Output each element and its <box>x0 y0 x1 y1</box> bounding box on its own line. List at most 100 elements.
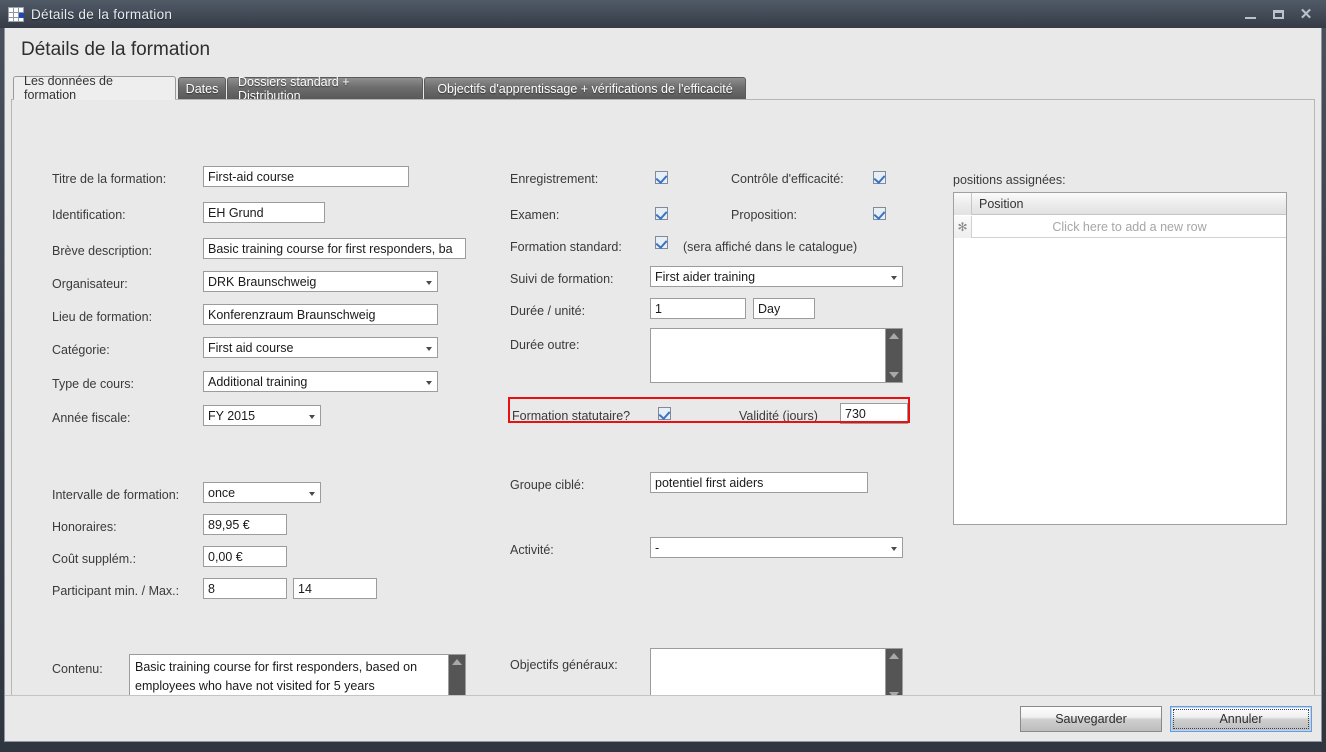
honoraires-label: Honoraires: <box>52 520 117 534</box>
annee-fiscale-label: Année fiscale: <box>52 411 131 425</box>
identification-input[interactable]: EH Grund <box>203 202 325 223</box>
intervalle-value: once <box>208 486 235 500</box>
intervalle-dropdown[interactable]: once <box>203 482 321 503</box>
chevron-down-icon <box>426 381 432 385</box>
contenu-label: Contenu: <box>52 662 103 676</box>
formation-standard-label: Formation standard: <box>510 240 622 254</box>
organisateur-value: DRK Braunschweig <box>208 275 316 289</box>
organisateur-label: Organisateur: <box>52 277 128 291</box>
objectifs-generaux-label: Objectifs généraux: <box>510 658 618 672</box>
enregistrement-label: Enregistrement: <box>510 172 598 186</box>
duree-outre-textarea[interactable] <box>650 328 903 383</box>
proposition-checkbox[interactable] <box>873 207 886 220</box>
participant-label: Participant min. / Max.: <box>52 584 179 598</box>
new-row-hint: Click here to add a new row <box>973 216 1286 238</box>
duree-input[interactable]: 1 <box>650 298 746 319</box>
page-title: Détails de la formation <box>21 39 210 61</box>
form-panel: Titre de la formation: First-aid course … <box>11 99 1315 728</box>
annee-fiscale-dropdown[interactable]: FY 2015 <box>203 405 321 426</box>
chevron-down-icon <box>309 492 315 496</box>
organisateur-dropdown[interactable]: DRK Braunschweig <box>203 271 438 292</box>
honoraires-input[interactable]: 89,95 € <box>203 514 287 535</box>
positions-new-row[interactable]: ✻ Click here to add a new row <box>954 216 1286 238</box>
examen-label: Examen: <box>510 208 559 222</box>
lieu-input[interactable]: Konferenzraum Braunschweig <box>203 304 438 325</box>
groupe-cible-label: Groupe ciblé: <box>510 478 584 492</box>
new-row-marker-icon: ✻ <box>954 216 972 238</box>
activite-dropdown[interactable]: - <box>650 537 903 558</box>
controle-efficacite-checkbox[interactable] <box>873 171 886 184</box>
cout-supplem-input[interactable]: 0,00 € <box>203 546 287 567</box>
duree-outre-scrollbar[interactable] <box>885 329 902 382</box>
suivi-formation-label: Suivi de formation: <box>510 272 614 286</box>
formation-statutaire-label: Formation statutaire? <box>512 409 630 423</box>
identification-label: Identification: <box>52 208 126 222</box>
focus-outline <box>1173 709 1309 729</box>
window-controls: ✕ <box>1236 0 1320 28</box>
categorie-dropdown[interactable]: First aid course <box>203 337 438 358</box>
enregistrement-checkbox[interactable] <box>655 171 668 184</box>
activite-label: Activité: <box>510 543 554 557</box>
positions-assignees-label: positions assignées: <box>953 173 1066 187</box>
scroll-up-icon[interactable] <box>889 653 899 659</box>
chevron-down-icon <box>891 547 897 551</box>
titre-label: Titre de la formation: <box>52 172 166 186</box>
participant-max-input[interactable]: 14 <box>293 578 377 599</box>
positions-grid-corner <box>954 193 972 215</box>
positions-grid-header: Position <box>954 193 1286 215</box>
tab-les-donnees-de-formation[interactable]: Les données de formation <box>13 76 176 100</box>
client-area: Détails de la formation Les données de f… <box>4 28 1322 742</box>
categorie-label: Catégorie: <box>52 343 110 357</box>
duree-outre-label: Durée outre: <box>510 338 579 352</box>
tab-label: Dates <box>186 82 219 96</box>
suivi-formation-dropdown[interactable]: First aider training <box>650 266 903 287</box>
minimize-icon[interactable] <box>1236 3 1264 25</box>
chevron-down-icon <box>426 347 432 351</box>
positions-grid[interactable]: Position ✻ Click here to add a new row <box>953 192 1287 525</box>
tab-label: Objectifs d'apprentissage + vérification… <box>437 82 732 96</box>
unite-input[interactable]: Day <box>753 298 815 319</box>
controle-efficacite-label: Contrôle d'efficacité: <box>731 172 844 186</box>
tab-dossiers-standard-distribution[interactable]: Dossiers standard + Distribution <box>227 77 423 100</box>
window-title: Détails de la formation <box>31 7 172 22</box>
groupe-cible-input[interactable]: potentiel first aiders <box>650 472 868 493</box>
cancel-button[interactable]: Annuler <box>1170 706 1312 732</box>
chevron-down-icon <box>426 281 432 285</box>
examen-checkbox[interactable] <box>655 207 668 220</box>
scroll-up-icon[interactable] <box>889 333 899 339</box>
intervalle-label: Intervalle de formation: <box>52 488 179 502</box>
lieu-label: Lieu de formation: <box>52 310 152 324</box>
grid-table-icon <box>8 7 24 22</box>
formation-statutaire-checkbox[interactable] <box>658 407 671 420</box>
breve-description-input[interactable]: Basic training course for first responde… <box>203 238 466 259</box>
save-button[interactable]: Sauvegarder <box>1020 706 1162 732</box>
chevron-down-icon <box>891 276 897 280</box>
maximize-icon[interactable] <box>1264 3 1292 25</box>
type-cours-label: Type de cours: <box>52 377 134 391</box>
validite-label: Validité (jours) <box>739 409 818 423</box>
type-cours-dropdown[interactable]: Additional training <box>203 371 438 392</box>
tab-strip: Les données de formation Dates Dossiers … <box>5 76 1321 100</box>
positions-column-header[interactable]: Position <box>973 193 1023 215</box>
contenu-value: Basic training course for first responde… <box>135 658 435 696</box>
tab-objectifs-apprentissage[interactable]: Objectifs d'apprentissage + vérification… <box>424 77 746 100</box>
scroll-down-icon[interactable] <box>889 372 899 378</box>
duree-unite-label: Durée / unité: <box>510 304 585 318</box>
formation-standard-checkbox[interactable] <box>655 236 668 249</box>
catalogue-note: (sera affiché dans le catalogue) <box>683 240 857 254</box>
validite-input[interactable]: 730 <box>840 403 908 424</box>
application-window: Détails de la formation ✕ Détails de la … <box>0 0 1326 752</box>
tab-dates[interactable]: Dates <box>178 77 226 100</box>
titre-input[interactable]: First-aid course <box>203 166 409 187</box>
save-label: Sauvegarder <box>1055 712 1127 726</box>
close-icon[interactable]: ✕ <box>1292 3 1320 25</box>
title-bar: Détails de la formation ✕ <box>0 0 1326 28</box>
page-header: Détails de la formation <box>5 28 1321 76</box>
categorie-value: First aid course <box>208 341 293 355</box>
proposition-label: Proposition: <box>731 208 797 222</box>
activite-value: - <box>655 541 659 555</box>
participant-min-input[interactable]: 8 <box>203 578 287 599</box>
scroll-up-icon[interactable] <box>452 659 462 665</box>
tab-label: Les données de formation <box>24 74 165 102</box>
breve-description-label: Brève description: <box>52 244 152 258</box>
